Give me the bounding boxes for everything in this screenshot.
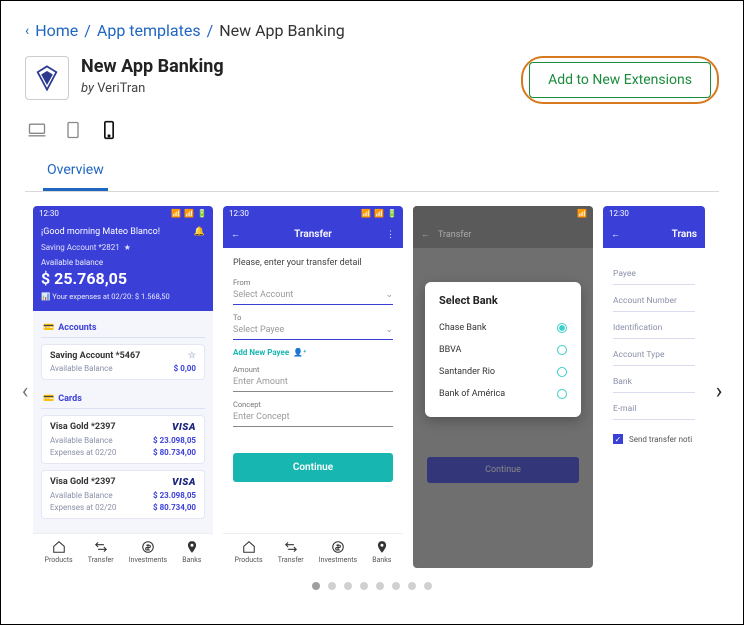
greeting: ¡Good morning Mateo Blanco! xyxy=(41,227,160,237)
add-to-extensions-button[interactable]: Add to New Extensions xyxy=(529,62,711,98)
bell-icon: 🔔 xyxy=(194,227,205,237)
account-card: Saving Account *5467☆ Available Balance$… xyxy=(41,344,205,380)
breadcrumb: ‹ Home / App templates / New App Banking xyxy=(25,21,719,40)
back-arrow-icon: ← xyxy=(421,229,430,240)
tabs: Overview xyxy=(25,152,719,192)
radio-selected-icon xyxy=(557,323,567,333)
breadcrumb-sep: / xyxy=(84,21,91,40)
bank-option: Chase Bank xyxy=(439,317,567,339)
amount-input: Enter Amount xyxy=(233,374,393,392)
breadcrumb-home[interactable]: Home xyxy=(35,21,78,40)
carousel-dot[interactable] xyxy=(424,582,432,590)
carousel-dots xyxy=(25,582,719,590)
breadcrumb-templates[interactable]: App templates xyxy=(97,21,201,40)
breadcrumb-back-icon[interactable]: ‹ xyxy=(25,23,29,39)
accounts-icon: 💳 xyxy=(43,323,54,333)
bottom-navbar: Products Transfer Investments Banks xyxy=(33,533,213,568)
device-desktop-icon[interactable] xyxy=(27,120,47,140)
chevron-down-icon: ⌄ xyxy=(385,325,393,335)
cards-icon: 💳 xyxy=(43,394,54,404)
checkbox-checked-icon: ✓ xyxy=(613,434,623,444)
modal-title: Select Bank xyxy=(439,294,567,307)
breadcrumb-sep: / xyxy=(207,21,214,40)
carousel-dot[interactable] xyxy=(312,582,320,590)
bottom-navbar: Products Transfer Investments Banks xyxy=(223,533,403,568)
field-label: Payee xyxy=(613,264,695,285)
field-label: E-mail xyxy=(613,399,695,420)
continue-button: Continue xyxy=(233,453,393,482)
transfer-prompt: Please, enter your transfer detail xyxy=(233,258,393,268)
app-logo-icon xyxy=(25,56,69,100)
add-new-payee-link: Add New Payee👤⁺ xyxy=(233,348,393,357)
screenshot-1: 12:30📶📶🔋 ¡Good morning Mateo Blanco!🔔 Sa… xyxy=(33,206,213,568)
screenshot-4: 12:30 ←Trans Payee Account Number Identi… xyxy=(603,206,705,568)
back-arrow-icon: ← xyxy=(231,229,240,240)
field-label: Account Type xyxy=(613,345,695,366)
device-selector xyxy=(27,120,719,140)
more-icon: ⋮ xyxy=(386,230,395,240)
chevron-down-icon: ⌄ xyxy=(385,290,393,300)
page-title: New App Banking xyxy=(81,56,224,77)
field-label: Account Number xyxy=(613,291,695,312)
bank-option: Bank of América xyxy=(439,383,567,405)
radio-icon xyxy=(557,389,567,399)
visa-logo: VISA xyxy=(172,477,196,488)
page-header: New App Banking by VeriTran Add to New E… xyxy=(25,56,719,104)
carousel-prev-icon[interactable]: ‹ xyxy=(15,376,35,406)
bank-option: BBVA xyxy=(439,339,567,361)
carousel-dot[interactable] xyxy=(344,582,352,590)
back-arrow-icon: ← xyxy=(611,229,620,240)
concept-input: Enter Concept xyxy=(233,409,393,427)
field-label: Identification xyxy=(613,318,695,339)
statusbar-icons: 📶📶🔋 xyxy=(171,209,207,218)
tab-overview[interactable]: Overview xyxy=(43,152,108,191)
balance-amount: $ 25.768,05 xyxy=(41,269,205,288)
device-phone-icon[interactable] xyxy=(99,120,119,140)
screenshot-3: 📶 ←Transfer Select Bank Chase Bank BBVA … xyxy=(413,206,593,568)
continue-button-disabled: Continue xyxy=(427,457,579,483)
screenshot-2: 12:30📶📶🔋 ←Transfer⋮ Please, enter your t… xyxy=(223,206,403,568)
star-icon: ★ xyxy=(124,243,131,252)
radio-icon xyxy=(557,367,567,377)
add-person-icon: 👤⁺ xyxy=(293,348,306,357)
carousel-dot[interactable] xyxy=(376,582,384,590)
carousel-dot[interactable] xyxy=(328,582,336,590)
cta-highlight: Add to New Extensions xyxy=(521,56,719,104)
bank-option: Santander Rio xyxy=(439,361,567,383)
radio-icon xyxy=(557,345,567,355)
carousel-dot[interactable] xyxy=(408,582,416,590)
carousel-dot[interactable] xyxy=(392,582,400,590)
breadcrumb-current: New App Banking xyxy=(219,21,345,40)
send-notification-checkbox: ✓Send transfer noti xyxy=(613,434,695,444)
visa-logo: VISA xyxy=(172,422,196,433)
carousel-next-icon[interactable]: › xyxy=(709,376,729,406)
select-bank-modal: Select Bank Chase Bank BBVA Santander Ri… xyxy=(425,282,581,417)
to-payee-select: Select Payee⌄ xyxy=(233,322,393,340)
field-label: Bank xyxy=(613,372,695,393)
device-tablet-icon[interactable] xyxy=(63,120,83,140)
credit-card: Visa Gold *2397VISA Available Balance$ 2… xyxy=(41,415,205,464)
screenshot-carousel: ‹ › 12:30📶📶🔋 ¡Good morning Mateo Blanco!… xyxy=(25,206,719,590)
credit-card: Visa Gold *2397VISA Available Balance$ 2… xyxy=(41,470,205,519)
from-account-select: Select Account⌄ xyxy=(233,287,393,305)
vendor-line: by VeriTran xyxy=(81,81,224,96)
star-outline-icon: ☆ xyxy=(188,351,196,361)
carousel-dot[interactable] xyxy=(360,582,368,590)
